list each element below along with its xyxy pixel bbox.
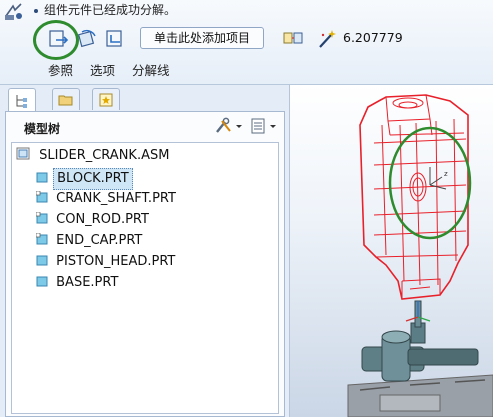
base-part xyxy=(347,374,493,417)
tree-item-label: BLOCK.PRT xyxy=(53,168,133,190)
translate-icon xyxy=(49,30,69,47)
model-tree-header: 模型树 xyxy=(6,112,284,140)
tree-item-label: PISTON_HEAD.PRT xyxy=(56,254,176,269)
status-message: 组件元件已经成功分解。 xyxy=(44,3,177,17)
model-tree-icon xyxy=(16,94,27,108)
view-plane-button[interactable] xyxy=(102,26,128,52)
magic-wand-icon xyxy=(319,30,336,48)
tree-item-end-cap[interactable]: END_CAP.PRT xyxy=(35,231,145,251)
tab-model-tree[interactable] xyxy=(8,88,36,112)
model-tree: SLIDER_CRANK.ASM BLOCK.PRT CRANK_SHAFT.P… xyxy=(11,142,279,414)
view-plane-icon xyxy=(106,30,122,47)
assembly-icon xyxy=(16,147,30,160)
tree-item-label: CON_ROD.PRT xyxy=(56,212,149,227)
list-icon xyxy=(251,118,276,134)
favorites-icon xyxy=(99,93,113,106)
motion-increment-button[interactable] xyxy=(314,26,340,52)
tree-item-label: BASE.PRT xyxy=(56,275,119,290)
part-icon xyxy=(36,172,48,183)
part-icon xyxy=(35,190,48,203)
tree-root-label: SLIDER_CRANK.ASM xyxy=(39,148,170,163)
tree-item-base[interactable]: BASE.PRT xyxy=(36,273,121,293)
tree-item-label: CRANK_SHAFT.PRT xyxy=(56,191,176,206)
tab-options[interactable]: 选项 xyxy=(90,60,115,79)
block-part xyxy=(359,94,469,300)
part-icon xyxy=(36,255,48,266)
part-icon xyxy=(35,211,48,224)
navigator-tabs xyxy=(0,85,289,112)
tree-item-label: END_CAP.PRT xyxy=(56,233,143,248)
model-tree-panel: 模型树 SLIDER_CRANK.ASM BLOCK.PRT CRANK_SHA… xyxy=(5,111,285,417)
tab-explode-lines[interactable]: 分解线 xyxy=(132,60,170,79)
tab-folder-browser[interactable] xyxy=(52,88,80,110)
navigator: 模型树 SLIDER_CRANK.ASM BLOCK.PRT CRANK_SHA… xyxy=(0,85,290,417)
translate-button[interactable] xyxy=(46,26,72,52)
tools-icon xyxy=(216,117,242,133)
tree-settings-button[interactable] xyxy=(214,117,244,135)
dashboard: 组件元件已经成功分解。 单击此处添加项目 6.207779 参照 选项 分解线 xyxy=(0,0,493,85)
model-tree-title: 模型树 xyxy=(24,122,61,136)
svg-text:z: z xyxy=(444,170,448,178)
message-bullet xyxy=(34,9,38,13)
tab-references[interactable]: 参照 xyxy=(48,60,73,79)
explode-lines-button[interactable] xyxy=(280,26,306,52)
tree-item-crank-shaft[interactable]: CRANK_SHAFT.PRT xyxy=(35,189,179,209)
message-bar: 组件元件已经成功分解。 xyxy=(0,0,493,22)
explode-toolbar: 单击此处添加项目 6.207779 xyxy=(0,24,493,56)
tab-favorites[interactable] xyxy=(92,88,120,110)
dashboard-tabs: 参照 选项 分解线 xyxy=(0,58,493,80)
reference-collector[interactable]: 单击此处添加项目 xyxy=(140,27,264,49)
explode-line-icon xyxy=(283,32,303,44)
part-icon xyxy=(36,276,48,287)
tree-item-con-rod[interactable]: CON_ROD.PRT xyxy=(35,210,152,230)
message-area-icon xyxy=(5,3,22,20)
part-icon xyxy=(35,232,48,245)
tree-root[interactable]: SLIDER_CRANK.ASM xyxy=(16,146,172,166)
model-view[interactable]: z xyxy=(290,85,493,417)
tree-item-piston-head[interactable]: PISTON_HEAD.PRT xyxy=(36,252,178,272)
rotate-icon xyxy=(77,29,96,48)
tree-item-block[interactable]: BLOCK.PRT xyxy=(36,168,133,190)
motion-increment-value[interactable]: 6.207779 xyxy=(343,30,403,45)
rotate-button[interactable] xyxy=(74,26,100,52)
tree-show-button[interactable] xyxy=(250,117,280,135)
graphics-window[interactable]: z xyxy=(290,85,493,417)
folder-icon xyxy=(58,95,73,105)
